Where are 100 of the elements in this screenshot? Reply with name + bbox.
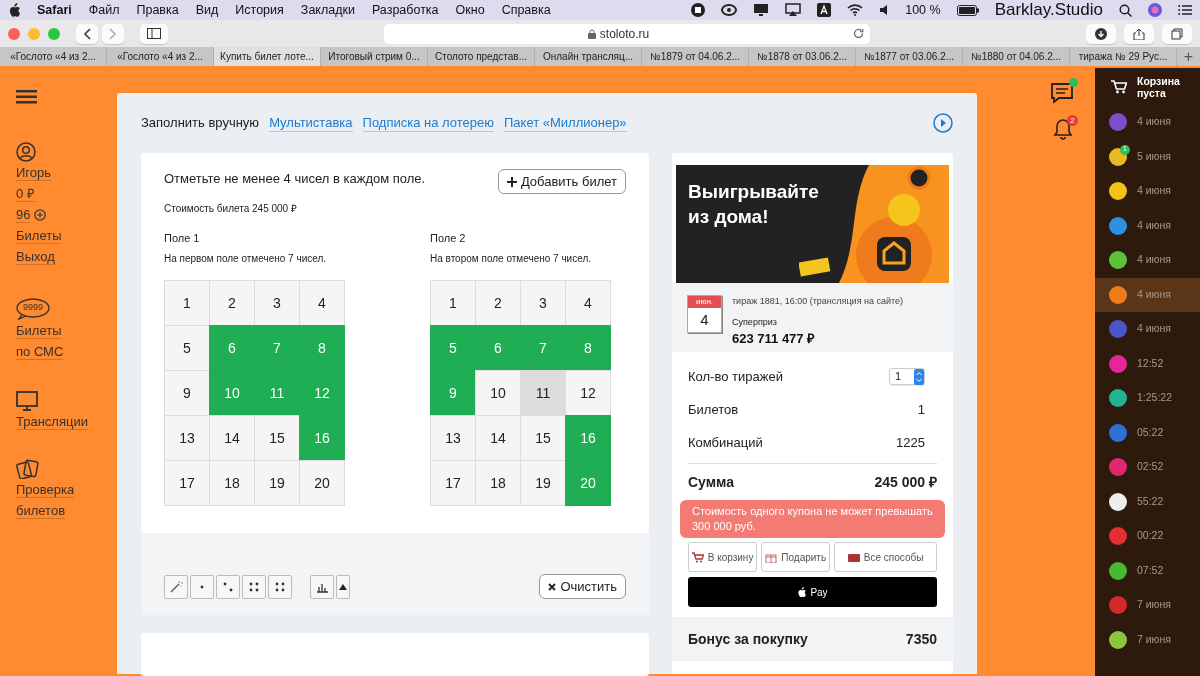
number-cell[interactable]: 14 [475, 415, 521, 461]
speaker-icon[interactable] [879, 4, 890, 16]
lottery-item[interactable]: 07:52 [1095, 553, 1200, 588]
tickets-icon[interactable] [16, 459, 40, 479]
siri-icon[interactable] [1148, 3, 1162, 17]
number-cell[interactable]: 11 [520, 370, 566, 416]
apple-pay-button[interactable]: Pay [688, 577, 937, 607]
number-cell[interactable]: 10 [475, 370, 521, 416]
number-cell[interactable]: 19 [520, 460, 566, 506]
browser-tab[interactable]: Купить билет лоте... [214, 47, 321, 66]
number-cell[interactable]: 18 [475, 460, 521, 506]
lottery-item[interactable]: 02:52 [1095, 450, 1200, 485]
menu-app-name[interactable]: Safari [37, 0, 72, 20]
expand-button[interactable] [336, 575, 350, 599]
menu-icon[interactable] [16, 90, 37, 104]
clear-button[interactable]: Очистить [539, 574, 626, 599]
sidebar-link[interactable]: Игорь [16, 165, 52, 181]
wifi-icon[interactable] [847, 4, 864, 16]
lottery-item[interactable]: 1:25:22 [1095, 381, 1200, 416]
mode-tab[interactable]: Подписка на лотерею [362, 114, 494, 132]
mode-tab[interactable]: Заполнить вручную [141, 114, 260, 132]
sidebar-link[interactable]: билетов [16, 503, 66, 519]
statistics-button[interactable] [310, 575, 334, 599]
browser-tab[interactable]: №1877 от 03.06.2... [856, 47, 963, 66]
mode-tab[interactable]: Пакет «Миллионер» [503, 114, 627, 132]
number-cell[interactable]: 2 [209, 280, 255, 326]
menu-item[interactable]: История [235, 0, 284, 20]
sidebar-button[interactable] [140, 23, 168, 44]
sidebar-link[interactable]: Проверка [16, 482, 75, 498]
menu-item[interactable]: Окно [455, 0, 485, 20]
menu-item[interactable]: Справка [501, 0, 551, 20]
number-cell[interactable]: 15 [520, 415, 566, 461]
number-cell[interactable]: 4 [565, 280, 611, 326]
lottery-item[interactable]: 4 июня [1095, 243, 1200, 278]
monitor-icon[interactable] [16, 391, 38, 411]
address-field[interactable]: stoloto.ru [384, 23, 870, 44]
menu-item[interactable]: Правка [136, 0, 179, 20]
add-ticket-button[interactable]: Добавить билет [497, 169, 626, 194]
toolbar-button[interactable] [268, 575, 292, 599]
payment-option-button[interactable]: Все способы [834, 542, 937, 572]
reload-icon[interactable] [853, 28, 864, 39]
sidebar-link[interactable]: Билеты [16, 228, 62, 244]
lottery-item[interactable]: 7 июня [1095, 622, 1200, 657]
browser-tab[interactable]: Итоговый стрим 0... [321, 47, 428, 66]
download-button[interactable] [1086, 23, 1116, 44]
battery-icon[interactable] [956, 4, 979, 16]
search-icon[interactable] [1119, 3, 1132, 17]
sidebar-link[interactable]: Трансляции [16, 414, 88, 430]
display-icon[interactable] [753, 3, 770, 17]
apple-icon[interactable] [8, 3, 20, 17]
menu-user-name[interactable]: Barklay.Studio [994, 0, 1103, 23]
number-cell[interactable]: 3 [520, 280, 566, 326]
sms-bubble-icon[interactable] [16, 298, 50, 320]
number-cell[interactable]: 19 [254, 460, 300, 506]
browser-tab[interactable]: №1880 от 04.06.2... [963, 47, 1070, 66]
browser-tab[interactable]: Столото представ... [428, 47, 535, 66]
sidebar-link[interactable]: Билеты [16, 323, 62, 339]
number-cell[interactable]: 17 [164, 460, 210, 506]
number-cell[interactable]: 1 [164, 280, 210, 326]
new-tab-button[interactable]: + [1177, 47, 1200, 66]
number-cell[interactable]: 15 [254, 415, 300, 461]
lottery-item[interactable]: 55:22 [1095, 484, 1200, 519]
sidebar-link[interactable]: 0 ₽ [16, 186, 35, 202]
number-cell[interactable]: 9 [164, 370, 210, 416]
menu-item[interactable]: Вид [195, 0, 219, 20]
browser-tab[interactable]: «Гослото «4 из 2... [0, 47, 107, 66]
sidebar-link[interactable]: Выход [16, 249, 55, 265]
airplay-icon[interactable] [785, 3, 802, 17]
lottery-item[interactable]: 00:22 [1095, 519, 1200, 554]
draw-count-stepper[interactable]: 1 [889, 368, 925, 385]
menu-item[interactable]: Закладки [300, 0, 355, 20]
cart-status[interactable]: Корзина пуста [1137, 74, 1189, 99]
number-cell[interactable]: 1 [430, 280, 476, 326]
lottery-item[interactable]: 05:22 [1095, 415, 1200, 450]
number-cell[interactable]: 13 [430, 415, 476, 461]
keyboard-input-icon[interactable] [817, 3, 832, 17]
bell-icon[interactable] [1053, 118, 1073, 140]
lottery-item[interactable]: 4 июня [1095, 105, 1200, 140]
lottery-item[interactable]: 12:52 [1095, 346, 1200, 381]
lottery-item[interactable]: 4 июня [1095, 208, 1200, 243]
lottery-item[interactable]: 4 июня [1095, 312, 1200, 347]
chat-icon[interactable] [1050, 82, 1074, 104]
user-icon[interactable] [16, 142, 36, 162]
play-button-icon[interactable] [933, 113, 953, 133]
lottery-item[interactable]: 7 июня [1095, 588, 1200, 623]
number-cell[interactable]: 3 [254, 280, 300, 326]
number-cell[interactable]: 4 [299, 280, 345, 326]
menu-item[interactable]: Файл [88, 0, 120, 20]
toolbar-button[interactable] [242, 575, 266, 599]
sidebar-link[interactable]: по СМС [16, 344, 64, 360]
number-cell[interactable]: 14 [209, 415, 255, 461]
tabs-overview-button[interactable] [1162, 23, 1192, 44]
list-icon[interactable] [1178, 4, 1192, 16]
browser-tab[interactable]: Онлайн трансляц... [535, 47, 642, 66]
number-cell[interactable]: 20 [299, 460, 345, 506]
number-cell[interactable]: 13 [164, 415, 210, 461]
number-cell[interactable]: 5 [164, 325, 210, 371]
cart-icon[interactable] [1111, 79, 1127, 94]
browser-tab[interactable]: №1879 от 04.06.2... [642, 47, 749, 66]
menu-item[interactable]: Разработка [371, 0, 439, 20]
